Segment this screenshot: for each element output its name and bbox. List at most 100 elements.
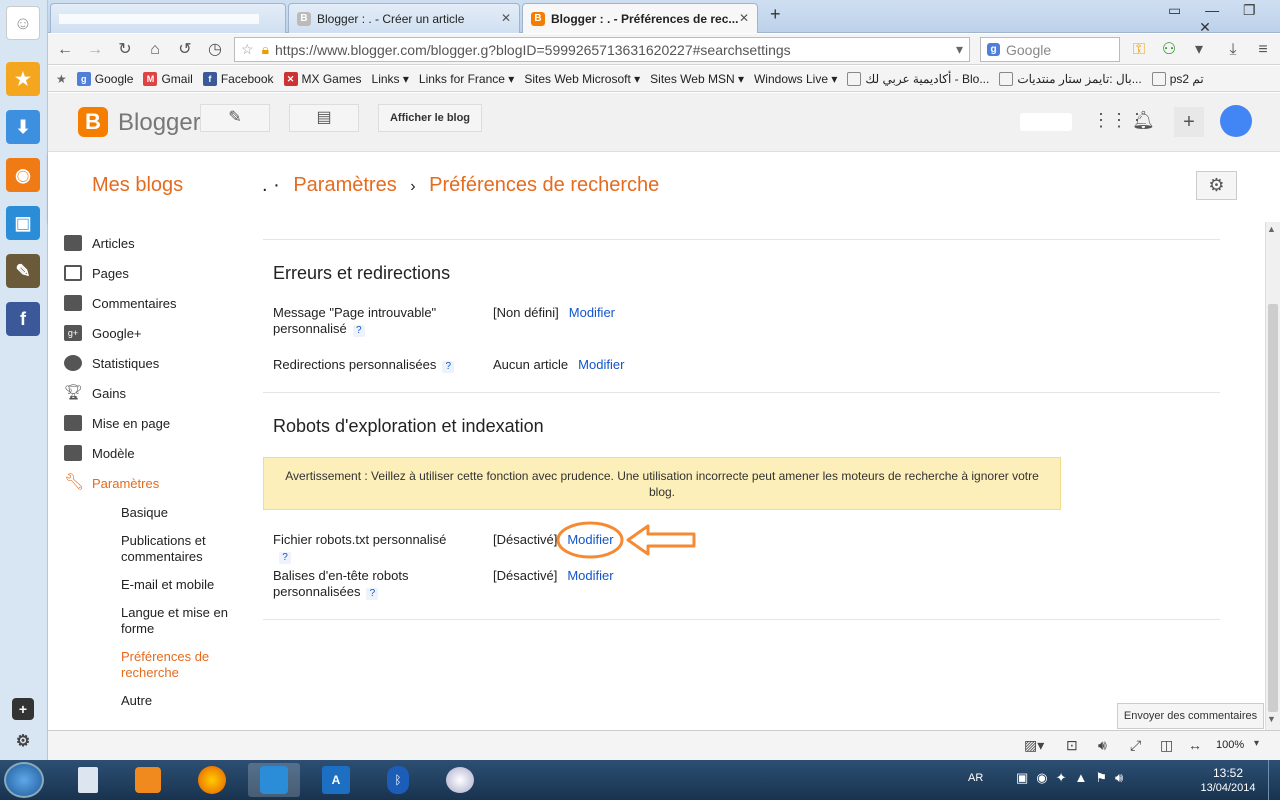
scroll-up-icon[interactable]: ▲ xyxy=(1267,224,1276,234)
sidebar-sub-posts-comments[interactable]: Publications et commentaires xyxy=(121,533,241,565)
clock-date[interactable]: 13/04/2014 xyxy=(1196,782,1260,794)
bookmark-arabic-2[interactable]: بال :تايمز ستار منتديات... xyxy=(999,71,1142,86)
minimize-icon[interactable]: — xyxy=(1205,2,1219,18)
close-icon[interactable]: ✕ xyxy=(501,11,511,25)
taskbar-media-icon[interactable] xyxy=(122,763,174,797)
page-scrollbar[interactable]: ▲ ▼ xyxy=(1265,222,1280,730)
language-indicator[interactable]: AR xyxy=(968,772,983,784)
menu-dropdown-icon[interactable]: ▾ xyxy=(1188,39,1210,61)
smiley-icon[interactable]: ☺ xyxy=(6,6,40,40)
performance-icon[interactable]: ▨▾ xyxy=(1024,737,1044,754)
fullscreen-icon[interactable]: ⤢ xyxy=(1130,737,1141,754)
sidebar-item-articles[interactable]: Articles xyxy=(64,235,135,251)
restore-icon[interactable]: ❐ xyxy=(1243,2,1256,18)
sidebar-item-layout[interactable]: Mise en page xyxy=(64,415,170,431)
star-icon[interactable]: ★ xyxy=(6,62,40,96)
sidebar-item-googleplus[interactable]: g+ Google+ xyxy=(64,325,142,341)
sidebar-sub-language[interactable]: Langue et mise en forme xyxy=(121,605,241,637)
scroll-thumb[interactable] xyxy=(1268,304,1278,712)
new-tab-button[interactable]: + xyxy=(770,4,781,25)
bookmark-facebook[interactable]: f Facebook xyxy=(202,71,274,86)
help-icon[interactable]: ? xyxy=(442,361,455,373)
address-bar[interactable]: ☆ 🔒︎ https://www.blogger.com/blogger.g?b… xyxy=(234,37,970,62)
bookmark-ps2[interactable]: ps2 تم xyxy=(1151,71,1204,86)
taskbar-paint-icon[interactable] xyxy=(434,763,486,797)
menu-icon[interactable]: ≡ xyxy=(1252,39,1274,61)
start-button[interactable] xyxy=(4,762,44,798)
sidebar-item-settings[interactable]: 🔧︎ Paramètres xyxy=(64,475,159,492)
reload-icon[interactable]: ↻ xyxy=(114,39,136,61)
bookmark-mxgames[interactable]: ✕ MX Games xyxy=(283,71,362,86)
clock-time[interactable]: 13:52 xyxy=(1196,766,1260,780)
undo-icon[interactable]: ↺ xyxy=(174,39,196,61)
bookmarks-star-icon[interactable]: ★ xyxy=(56,72,67,86)
show-desktop-button[interactable] xyxy=(1268,760,1280,800)
key-icon[interactable]: ⚿ xyxy=(1128,39,1150,61)
settings-gear-button[interactable]: ⚙ xyxy=(1196,171,1237,200)
forward-icon[interactable]: → xyxy=(84,39,106,61)
sidebar-item-template[interactable]: Modèle xyxy=(64,445,135,461)
blogger-logo-icon[interactable]: B xyxy=(78,107,108,137)
download-icon[interactable]: ⬇ xyxy=(6,110,40,144)
zoom-reset-icon[interactable]: ↔ xyxy=(1188,737,1202,753)
breadcrumb-settings[interactable]: Paramètres xyxy=(293,174,396,196)
maxthon-icon[interactable]: ▣ xyxy=(6,206,40,240)
view-posts-button[interactable]: ▤ xyxy=(289,104,359,132)
screenshot-icon[interactable]: ⊡ xyxy=(1066,737,1078,754)
tab-3[interactable]: B Blogger : . - Préférences de rec... ✕ xyxy=(522,3,758,33)
tray-icons[interactable]: ▣◉✦▲⚑🔊︎ xyxy=(1016,770,1131,786)
bookmark-links[interactable]: Links ▾ xyxy=(372,72,409,86)
modify-404-link[interactable]: Modifier xyxy=(569,305,615,320)
zoom-level[interactable]: 100% xyxy=(1216,739,1244,751)
facebook-icon[interactable]: f xyxy=(6,302,40,336)
split-view-icon[interactable]: ◫ xyxy=(1160,737,1173,754)
tab-list-icon[interactable]: ▭ xyxy=(1168,2,1181,18)
home-icon[interactable]: ⌂ xyxy=(144,39,166,61)
sidebar-sub-basic[interactable]: Basique xyxy=(121,505,241,521)
sidebar-item-comments[interactable]: Commentaires xyxy=(64,295,177,311)
sidebar-sub-search-prefs[interactable]: Préférences de recherche xyxy=(121,649,241,681)
help-icon[interactable]: ? xyxy=(352,325,365,337)
bookmark-sites-microsoft[interactable]: Sites Web Microsoft ▾ xyxy=(524,72,640,86)
my-blogs-link[interactable]: Mes blogs xyxy=(92,174,183,197)
modify-redirects-link[interactable]: Modifier xyxy=(578,357,624,372)
volume-icon[interactable]: 🔊︎ xyxy=(1098,737,1107,754)
view-blog-button[interactable]: Afficher le blog xyxy=(378,104,482,132)
new-post-button[interactable]: ✎ xyxy=(200,104,270,132)
settings-icon[interactable]: ⚙ xyxy=(12,730,34,752)
back-icon[interactable]: ← xyxy=(54,39,76,61)
user-icon[interactable]: ⚇ xyxy=(1158,39,1180,61)
bookmark-star-icon[interactable]: ☆ xyxy=(241,41,254,58)
rss-icon[interactable]: ◉ xyxy=(6,158,40,192)
add-icon[interactable]: + xyxy=(12,698,34,720)
sidebar-item-earnings[interactable]: 🏆︎ Gains xyxy=(64,385,126,402)
tab-2[interactable]: B Blogger : . - Créer un article ✕ xyxy=(288,3,520,33)
taskbar-firefox-icon[interactable] xyxy=(186,763,238,797)
bookmark-links-france[interactable]: Links for France ▾ xyxy=(419,72,514,86)
close-icon[interactable]: ✕ xyxy=(739,11,749,25)
help-icon[interactable]: ? xyxy=(279,552,291,564)
taskbar-a-icon[interactable]: A xyxy=(310,763,362,797)
feedback-button[interactable]: Envoyer des commentaires xyxy=(1117,703,1264,729)
avatar[interactable] xyxy=(1220,105,1252,137)
blogger-logo-text[interactable]: Blogger xyxy=(118,109,201,137)
sidebar-item-pages[interactable]: Pages xyxy=(64,265,129,281)
modify-robots-tags-link[interactable]: Modifier xyxy=(567,568,613,583)
search-box[interactable]: g Google xyxy=(980,37,1120,62)
bookmark-windows-live[interactable]: Windows Live ▾ xyxy=(754,72,837,86)
taskbar-file-icon[interactable] xyxy=(62,763,114,797)
help-icon[interactable]: ? xyxy=(366,588,379,600)
bookmark-arabic-1[interactable]: أكاديمية عربي لك - Blo... xyxy=(847,71,989,86)
breadcrumb-blog[interactable]: . · xyxy=(262,174,280,196)
bookmark-gmail[interactable]: M Gmail xyxy=(143,71,193,86)
notifications-bell-icon[interactable]: 🔔︎ xyxy=(1132,110,1155,131)
sidebar-item-stats[interactable]: Statistiques xyxy=(64,355,159,371)
sidebar-sub-other[interactable]: Autre xyxy=(121,693,241,709)
bookmark-google[interactable]: g Google xyxy=(76,71,133,86)
bookmark-sites-msn[interactable]: Sites Web MSN ▾ xyxy=(650,72,744,86)
history-icon[interactable]: ◷ xyxy=(204,39,226,61)
scroll-down-icon[interactable]: ▼ xyxy=(1267,714,1276,724)
dropdown-icon[interactable]: ▾ xyxy=(956,41,963,58)
sidebar-sub-email-mobile[interactable]: E-mail et mobile xyxy=(121,577,241,593)
zoom-dropdown-icon[interactable]: ▾ xyxy=(1254,738,1259,749)
